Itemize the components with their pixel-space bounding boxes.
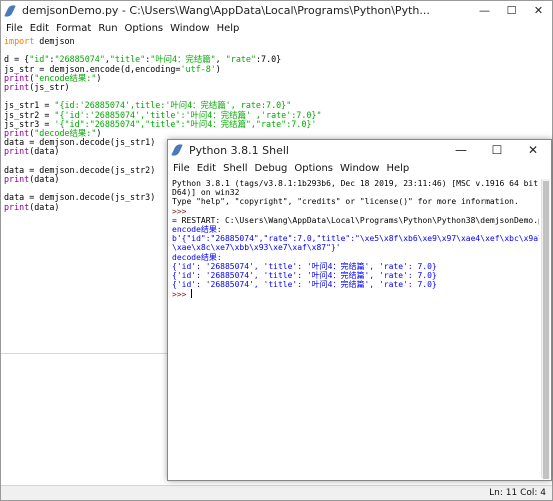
code-line: print(js_str) (4, 82, 70, 93)
editor-menubar: File Edit Format Run Options Window Help (1, 20, 552, 36)
line-col-indicator: Ln: 11 Col: 4 (489, 488, 546, 498)
minimize-button[interactable]: — (471, 1, 498, 20)
decoded-dict: {'id': '26885074', 'title': '叶问4：完结篇', '… (172, 261, 437, 271)
python-idle-icon (171, 142, 185, 158)
menu-debug[interactable]: Debug (255, 163, 288, 174)
editor-titlebar[interactable]: demjsonDemo.py - C:\Users\Wang\AppData\L… (1, 1, 552, 20)
maximize-button[interactable]: ☐ (498, 1, 525, 20)
menu-file[interactable]: File (6, 23, 23, 34)
menu-edit[interactable]: Edit (30, 23, 49, 34)
menu-window[interactable]: Window (170, 23, 209, 34)
vertical-scrollbar[interactable] (541, 179, 550, 479)
editor-statusbar: Ln: 11 Col: 4 (1, 485, 552, 500)
restart-line: = RESTART: C:\Users\Wang\AppData\Local\P… (172, 215, 539, 225)
decoded-dict: {'id': '26885074', 'title': '叶问4：完结篇', '… (172, 271, 437, 281)
text-cursor (191, 289, 193, 299)
code-line: print(data) (4, 201, 60, 212)
menu-run[interactable]: Run (98, 23, 117, 34)
shell-title: Python 3.8.1 Shell (189, 143, 289, 157)
shell-titlebar[interactable]: Python 3.8.1 Shell — ☐ ✕ (168, 140, 551, 160)
menu-help[interactable]: Help (386, 163, 409, 174)
minimize-button[interactable]: — (443, 140, 479, 160)
editor-title: demjsonDemo.py - C:\Users\Wang\AppData\L… (22, 4, 430, 17)
code-line: print(data) (4, 174, 60, 185)
menu-edit[interactable]: Edit (197, 163, 216, 174)
close-button[interactable]: ✕ (515, 140, 551, 160)
encoded-output: b'{"id":"26885074","rate":7.0,"title":"\… (172, 234, 539, 244)
encode-label: encode结果: (172, 225, 222, 235)
banner-line: Python 3.8.1 (tags/v3.8.1:1b293b6, Dec 1… (172, 179, 539, 188)
banner-line: D64)] on win32 (172, 188, 240, 198)
code-line: import demjson (4, 36, 75, 46)
menu-file[interactable]: File (173, 163, 190, 174)
decode-label: decode结果: (172, 252, 222, 262)
banner-line: Type "help", "copyright", "credits" or "… (172, 197, 519, 207)
menu-format[interactable]: Format (56, 23, 91, 34)
editor-empty-area (1, 353, 169, 487)
shell-menubar: File Edit Shell Debug Options Window Hel… (168, 160, 551, 177)
menu-shell[interactable]: Shell (223, 163, 247, 174)
code-line: print(data) (4, 146, 60, 157)
decoded-dict: {'id': '26885074', 'title': '叶问4：完结篇', '… (172, 280, 437, 290)
shell-output[interactable]: Python 3.8.1 (tags/v3.8.1:1b293b6, Dec 1… (172, 179, 539, 478)
maximize-button[interactable]: ☐ (479, 140, 515, 160)
menu-help[interactable]: Help (217, 23, 240, 34)
close-button[interactable]: ✕ (525, 1, 552, 20)
shell-window: Python 3.8.1 Shell — ☐ ✕ File Edit Shell… (167, 139, 552, 481)
menu-window[interactable]: Window (340, 163, 379, 174)
encoded-output: \xae\x8c\xe7\xbb\x93\xe7\xaf\x87"}' (172, 243, 341, 253)
scrollbar-thumb[interactable] (543, 181, 549, 479)
menu-options[interactable]: Options (125, 23, 164, 34)
shell-prompt: >>> (172, 290, 192, 300)
menu-options[interactable]: Options (294, 163, 333, 174)
python-idle-icon (4, 2, 18, 19)
shell-prompt: >>> (172, 206, 192, 216)
